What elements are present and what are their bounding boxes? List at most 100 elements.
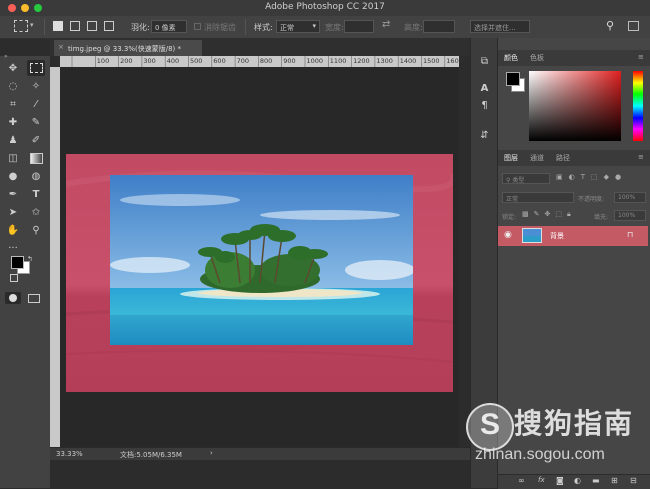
document-size: 文档:5.05M/6.35M: [120, 451, 182, 459]
add-selection-icon[interactable]: [70, 21, 80, 31]
close-tab-icon[interactable]: ×: [58, 43, 64, 51]
ruler-label: 1000: [306, 57, 324, 65]
layers-panel-tabs: 图层 通道 路径 ≡: [498, 150, 650, 166]
trash-icon[interactable]: ⊟: [630, 476, 637, 485]
magic-wand-tool-icon[interactable]: ✧: [27, 78, 45, 94]
eyedropper-tool-icon[interactable]: ⁄: [27, 96, 45, 112]
marquee-preset-icon[interactable]: [14, 20, 28, 32]
crop-tool-icon[interactable]: ⌗: [4, 96, 22, 112]
pen-tool-icon[interactable]: ✒: [4, 186, 22, 202]
watermark-brand: 搜狗指南: [514, 407, 635, 440]
folder-icon[interactable]: ▬: [592, 476, 600, 485]
fx-icon[interactable]: fx: [538, 476, 545, 484]
link-icon[interactable]: ∞: [518, 476, 525, 485]
type-tool-icon[interactable]: T: [27, 186, 45, 202]
hand-tool-icon[interactable]: ✋: [4, 222, 22, 238]
dodge-tool-icon[interactable]: ◍: [27, 168, 45, 184]
tab-channels[interactable]: 通道: [530, 153, 544, 163]
chevron-down-icon[interactable]: ▾: [30, 21, 34, 29]
new-layer-icon[interactable]: ⊞: [611, 476, 618, 485]
color-field[interactable]: [529, 71, 621, 141]
lock-icons[interactable]: ▩✎✥⬚🔒︎: [522, 210, 576, 219]
fill-label: 填充:: [594, 214, 609, 221]
ruler-label: 200: [120, 57, 133, 65]
height-input[interactable]: [423, 20, 455, 33]
panel-menu-icon[interactable]: ≡: [638, 53, 644, 61]
style-select-value: 正常: [280, 24, 294, 32]
healing-brush-tool-icon[interactable]: ✚: [4, 114, 22, 130]
history-panel-icon[interactable]: ⧉: [478, 56, 491, 69]
fill-input[interactable]: 100%: [614, 210, 646, 221]
ruler-label: 1500: [423, 57, 440, 65]
paragraph-panel-icon[interactable]: ¶: [478, 100, 491, 113]
tab-color[interactable]: 颜色: [504, 53, 518, 63]
document-tab[interactable]: × timg.jpeg @ 33.3%(快速蒙版/8) *: [54, 40, 202, 56]
workspace-icon[interactable]: [628, 21, 639, 31]
screen-mode-icon[interactable]: [28, 294, 40, 303]
brush-tool-icon[interactable]: ✎: [27, 114, 45, 130]
feather-label: 羽化:: [131, 23, 150, 32]
subtract-selection-icon[interactable]: [87, 21, 97, 31]
layer-filter-select[interactable]: ⚲ 类型: [502, 173, 550, 184]
default-colors-icon[interactable]: [10, 274, 18, 282]
feather-input[interactable]: 0 像素: [151, 20, 187, 33]
layer-row[interactable]: ◉ 背景 ⊓: [498, 226, 648, 246]
unmasked-photo-region[interactable]: [110, 175, 413, 345]
intersect-selection-icon[interactable]: [104, 21, 114, 31]
history-brush-tool-icon[interactable]: ✐: [27, 132, 45, 148]
character-panel-icon[interactable]: A: [478, 83, 491, 96]
clone-stamp-tool-icon[interactable]: ♟: [4, 132, 22, 148]
search-icon[interactable]: ⚲: [606, 19, 614, 32]
layer-filter-icons[interactable]: ▣◐T⬚◆●: [556, 173, 627, 181]
ruler-label: 1300: [376, 57, 393, 65]
quick-mask-mode-icon[interactable]: [5, 292, 21, 304]
zoom-tool-icon[interactable]: ⚲: [27, 222, 45, 238]
foreground-color-swatch[interactable]: [11, 256, 24, 269]
color-panel-tabs: 颜色 色板 ≡: [498, 50, 650, 66]
adjustment-icon[interactable]: ◐: [574, 476, 581, 485]
ruler-label: 800: [259, 57, 273, 65]
style-select[interactable]: 正常 ▾: [276, 20, 320, 33]
swap-dimensions-icon[interactable]: ⇄: [382, 19, 390, 30]
width-input[interactable]: [344, 20, 374, 33]
visibility-eye-icon[interactable]: ◉: [504, 230, 512, 240]
layer-filter-label: 类型: [512, 177, 525, 184]
shape-tool-icon[interactable]: ✩: [27, 204, 45, 220]
title-bar: Adobe Photoshop CC 2017: [0, 0, 650, 17]
eraser-tool-icon[interactable]: ◫: [4, 150, 22, 166]
tab-layers[interactable]: 图层: [504, 153, 518, 163]
ruler-label: 1200: [353, 57, 370, 65]
move-tool-icon[interactable]: ✥: [4, 60, 22, 76]
status-menu-chevron-icon[interactable]: ›: [210, 449, 213, 457]
layer-name: 背景: [550, 232, 564, 240]
zoom-level[interactable]: 33.33%: [56, 450, 83, 458]
tab-swatches[interactable]: 色板: [530, 53, 544, 63]
gradient-tool-icon[interactable]: [27, 150, 45, 166]
ruler-label: 400: [166, 57, 180, 65]
layer-lock-icon: ⊓: [627, 230, 634, 239]
select-and-mask-button[interactable]: 选择并遮住...: [470, 20, 530, 33]
ruler-label: 500: [190, 57, 203, 65]
panel-menu-icon[interactable]: ≡: [638, 153, 644, 161]
swap-colors-icon[interactable]: ↰: [27, 255, 33, 263]
mask-icon[interactable]: ◙: [556, 476, 564, 485]
style-label: 样式:: [254, 23, 273, 32]
antialias-checkbox[interactable]: [194, 23, 201, 30]
collapse-toolbar-icon[interactable]: »: [4, 53, 8, 60]
new-selection-icon[interactable]: [53, 21, 63, 31]
blur-tool-icon[interactable]: ●: [4, 168, 22, 184]
document-tab-bar: × timg.jpeg @ 33.3%(快速蒙版/8) *: [50, 38, 470, 56]
lasso-tool-icon[interactable]: ◌: [4, 78, 22, 94]
ruler-label: 600: [213, 57, 226, 65]
properties-panel-icon[interactable]: ⇵: [478, 130, 491, 143]
tab-paths[interactable]: 路径: [556, 153, 570, 163]
rect-marquee-tool-icon[interactable]: [27, 60, 45, 76]
options-bar: ▾ 羽化: 0 像素 消除锯齿 样式: 正常 ▾ 宽度: ⇄ 高度: 选择并遮住…: [0, 16, 650, 39]
opacity-input[interactable]: 100%: [614, 192, 646, 203]
foreground-color-swatch[interactable]: [506, 72, 520, 86]
layer-thumbnail: [522, 228, 542, 243]
hue-slider[interactable]: [633, 71, 643, 141]
edit-toolbar-icon[interactable]: ···: [4, 240, 22, 256]
path-selection-tool-icon[interactable]: ➤: [4, 204, 22, 220]
blend-mode-select[interactable]: 正常: [502, 192, 574, 203]
